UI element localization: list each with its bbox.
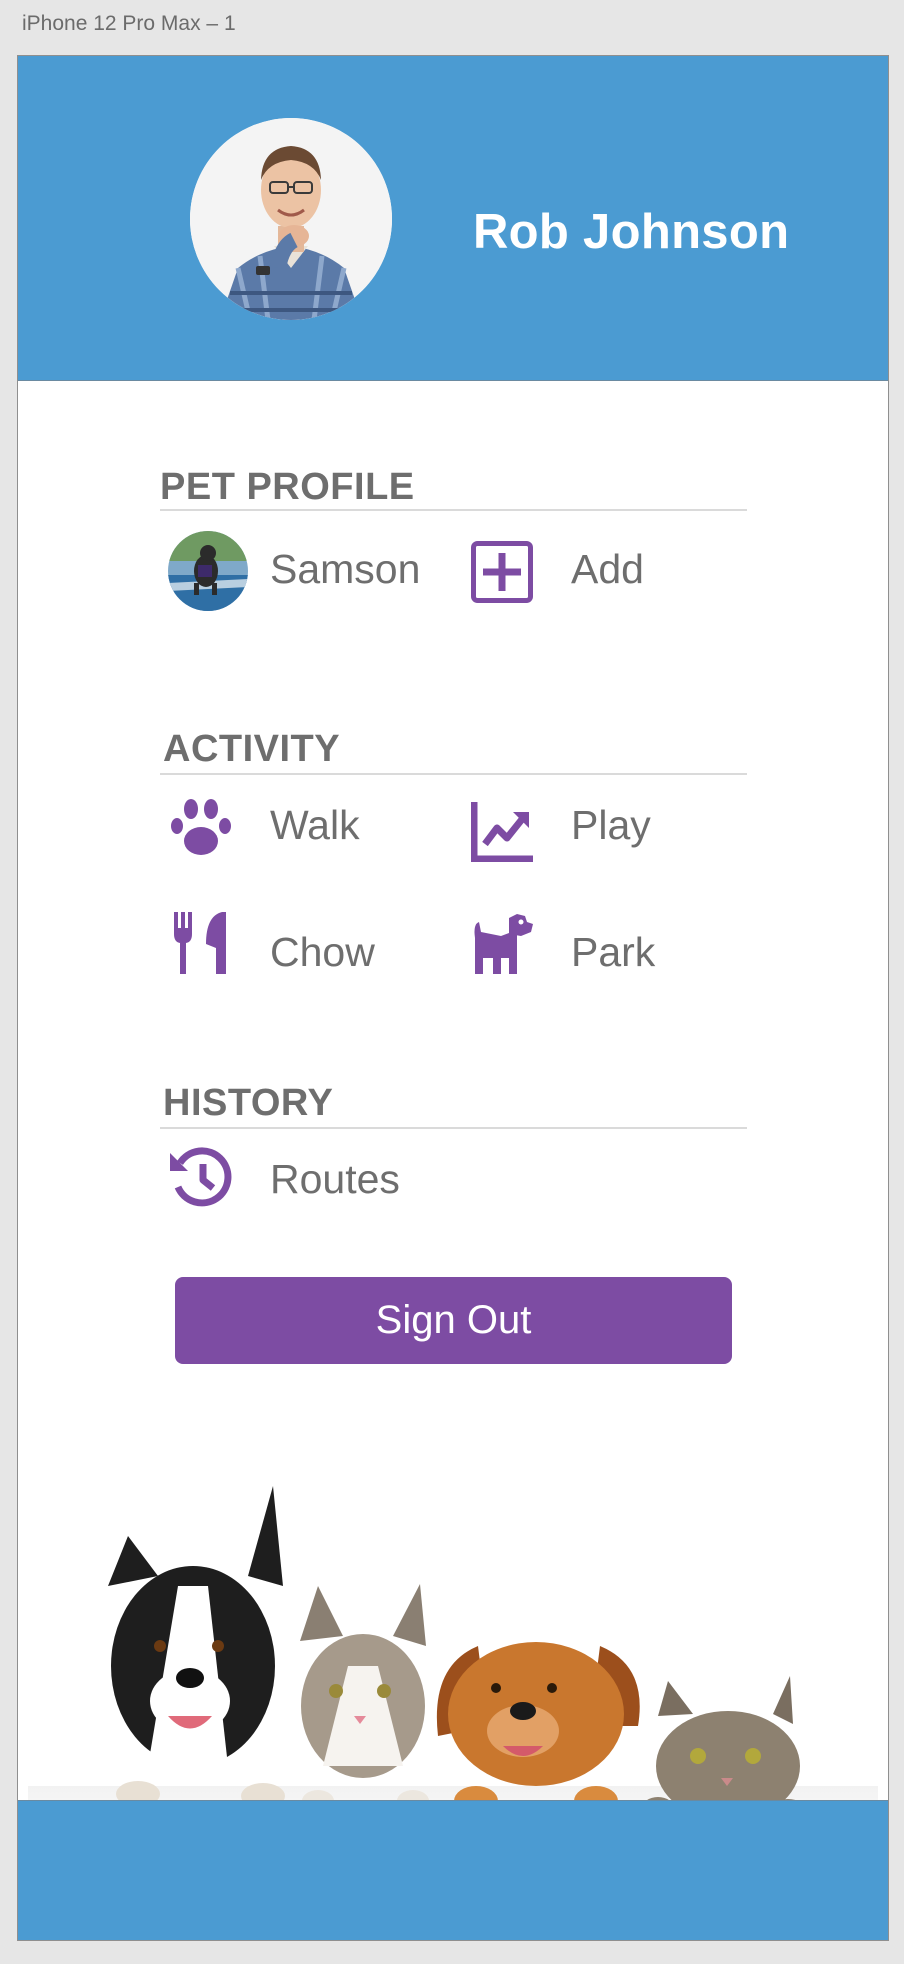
user-avatar[interactable] (190, 118, 392, 320)
activity-heading: ACTIVITY (163, 728, 341, 770)
plus-square-icon[interactable] (471, 541, 533, 608)
paw-icon[interactable] (170, 796, 232, 863)
activity-walk-label[interactable]: Walk (270, 802, 360, 849)
pet-profile-divider (160, 509, 747, 511)
history-heading: HISTORY (163, 1082, 334, 1124)
history-routes-label[interactable]: Routes (270, 1156, 400, 1203)
sign-out-button[interactable]: Sign Out (175, 1277, 732, 1364)
history-icon[interactable] (170, 1147, 232, 1214)
profile-header: Rob Johnson (18, 56, 888, 381)
chart-line-icon[interactable] (470, 800, 533, 867)
activity-play-label[interactable]: Play (571, 802, 651, 849)
user-name: Rob Johnson (473, 205, 790, 259)
history-divider (160, 1127, 747, 1129)
utensils-icon[interactable] (170, 912, 232, 979)
activity-park-label[interactable]: Park (571, 929, 655, 976)
dog-icon[interactable] (471, 912, 533, 979)
bottom-bar (18, 1800, 888, 1940)
pet-avatar[interactable] (168, 531, 248, 611)
add-pet-label[interactable]: Add (571, 546, 644, 593)
artboard-title: iPhone 12 Pro Max – 1 (22, 12, 236, 35)
activity-divider (160, 773, 747, 775)
pet-name[interactable]: Samson (270, 546, 420, 593)
phone-screen: Rob Johnson PET PROFILE Samson Add ACTIV… (17, 55, 889, 1941)
pet-profile-heading: PET PROFILE (160, 466, 415, 508)
activity-chow-label[interactable]: Chow (270, 929, 375, 976)
